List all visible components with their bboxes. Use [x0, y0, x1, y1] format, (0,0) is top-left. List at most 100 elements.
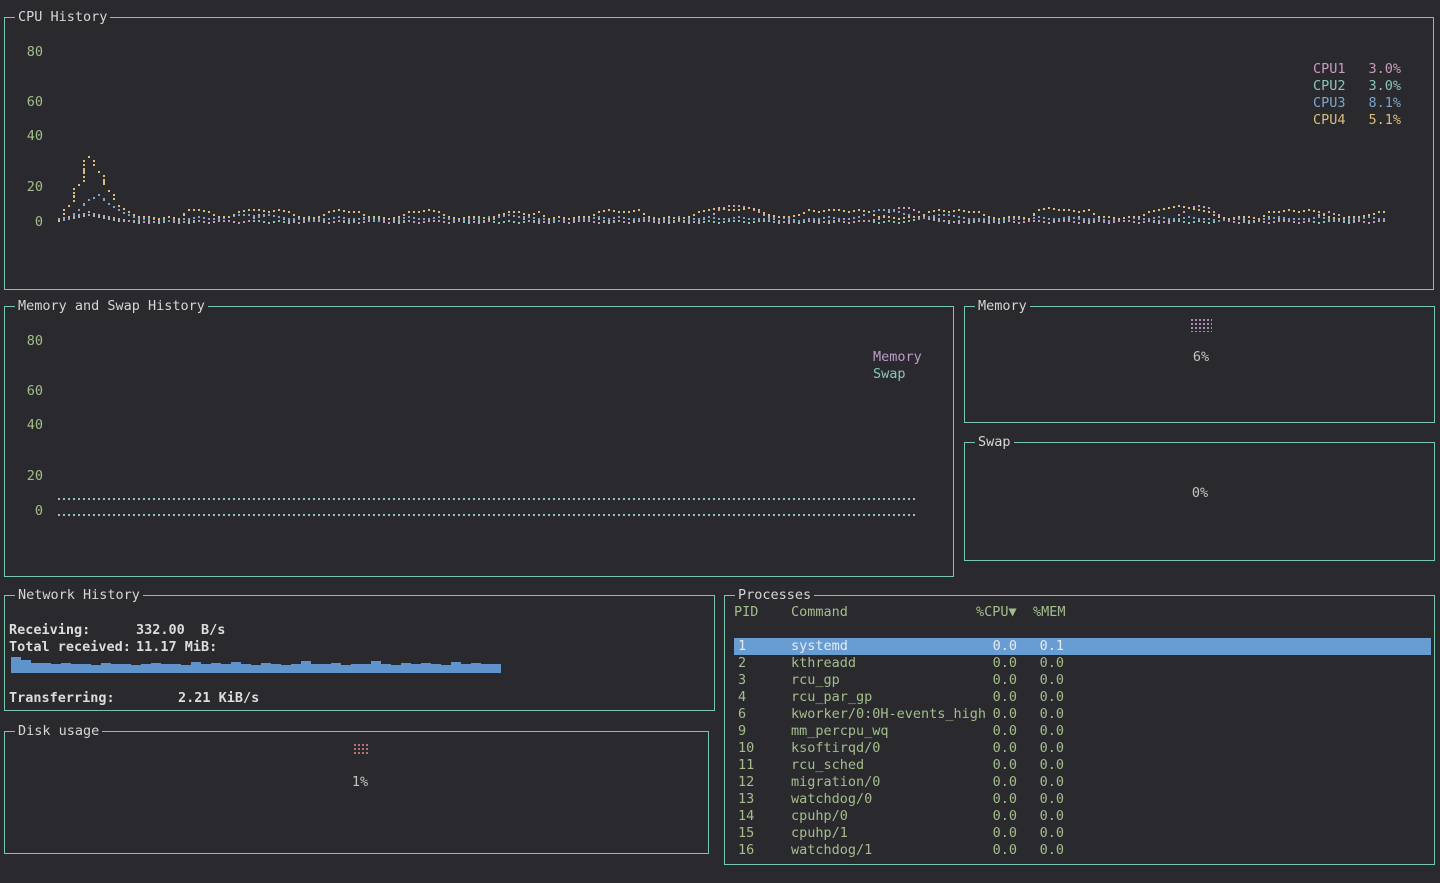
network-chart-bar	[131, 665, 141, 673]
swap-legend-label: Swap	[873, 366, 906, 383]
network-chart-bar	[141, 664, 151, 673]
cpu-legend-label: CPU3	[1313, 95, 1346, 112]
process-row[interactable]: 11rcu_sched0.00.0	[734, 757, 1431, 774]
process-cpu: 0.0	[984, 774, 1017, 791]
transferring-value: 2.21 KiB/s	[178, 690, 259, 707]
process-row[interactable]: 15cpuhp/10.00.0	[734, 825, 1431, 842]
network-chart-bar	[491, 664, 501, 673]
memory-gauge-dots	[1190, 318, 1212, 332]
process-pid: 6	[738, 706, 746, 723]
network-chart-bar	[311, 664, 321, 673]
process-row[interactable]: 14cpuhp/00.00.0	[734, 808, 1431, 825]
network-chart-bar	[171, 664, 181, 673]
process-command: ksoftirqd/0	[791, 740, 880, 757]
transferring-label: Transferring:	[9, 690, 115, 707]
process-pid: 9	[738, 723, 746, 740]
process-cpu: 0.0	[984, 757, 1017, 774]
disk-gauge-value: 1%	[340, 774, 380, 791]
network-receiving-chart	[11, 655, 503, 673]
process-cpu: 0.0	[984, 740, 1017, 757]
column-header-pid[interactable]: PID	[734, 604, 758, 621]
network-chart-bar	[281, 665, 291, 673]
network-chart-bar	[341, 665, 351, 673]
y-tick-label: 60	[21, 383, 43, 400]
swap-history-line	[58, 514, 918, 516]
y-tick-label: 0	[21, 503, 43, 520]
column-header-mem[interactable]: %MEM	[1033, 604, 1066, 621]
cpu-legend-item: CPU3 8.1%	[1313, 95, 1401, 112]
process-mem: 0.0	[1031, 655, 1064, 672]
process-row[interactable]: 2kthreadd0.00.0	[734, 655, 1431, 672]
process-mem: 0.0	[1031, 672, 1064, 689]
network-chart-bar	[251, 665, 261, 673]
column-header-cpu[interactable]: %CPU▼	[976, 604, 1017, 621]
process-pid: 4	[738, 689, 746, 706]
cpu-legend-value: 3.0%	[1368, 61, 1401, 78]
swap-gauge-panel: Swap 0%	[964, 442, 1435, 561]
memory-gauge-panel: Memory 6%	[964, 306, 1435, 423]
memory-history-line	[58, 498, 918, 500]
process-mem: 0.0	[1031, 825, 1064, 842]
cpu-legend-value: 5.1%	[1368, 112, 1401, 129]
process-mem: 0.0	[1031, 808, 1064, 825]
network-chart-bar	[461, 664, 471, 673]
process-command: systemd	[791, 638, 848, 655]
network-chart-bar	[151, 663, 161, 673]
network-chart-bar	[271, 664, 281, 673]
process-row[interactable]: 3rcu_gp0.00.0	[734, 672, 1431, 689]
network-chart-bar	[411, 664, 421, 673]
swap-gauge-value: 0%	[1180, 485, 1220, 502]
network-chart-bar	[41, 663, 51, 673]
process-command: kthreadd	[791, 655, 856, 672]
process-cpu: 0.0	[984, 672, 1017, 689]
process-pid: 16	[738, 842, 754, 859]
process-row[interactable]: 12migration/00.00.0	[734, 774, 1431, 791]
process-cpu: 0.0	[984, 842, 1017, 859]
y-tick-label: 80	[21, 333, 43, 350]
network-chart-bar	[401, 663, 411, 673]
network-chart-bar	[481, 664, 491, 673]
network-chart-bar	[111, 664, 121, 673]
process-mem: 0.0	[1031, 791, 1064, 808]
cpu-legend-value: 8.1%	[1368, 95, 1401, 112]
process-cpu: 0.0	[984, 689, 1017, 706]
network-chart-bar	[91, 665, 101, 673]
process-row[interactable]: 1systemd0.00.1	[734, 638, 1431, 655]
network-chart-bar	[451, 662, 461, 673]
swap-gauge-title: Swap	[975, 434, 1014, 450]
network-chart-bar	[191, 662, 201, 673]
y-tick-label: 40	[21, 417, 43, 434]
processes-title: Processes	[735, 587, 814, 603]
network-chart-bar	[361, 664, 371, 673]
process-cpu: 0.0	[984, 791, 1017, 808]
process-cpu: 0.0	[984, 706, 1017, 723]
process-pid: 14	[738, 808, 754, 825]
process-row[interactable]: 13watchdog/00.00.0	[734, 791, 1431, 808]
network-chart-bar	[421, 663, 431, 673]
cpu-legend-item: CPU13.0%	[1313, 61, 1401, 78]
disk-gauge-dots	[353, 743, 368, 754]
process-command: cpuhp/0	[791, 808, 848, 825]
memory-gauge-value: 6%	[1181, 349, 1221, 366]
network-chart-bar	[31, 663, 41, 673]
process-command: kworker/0:0H-events_high	[791, 706, 986, 723]
process-row[interactable]: 10ksoftirqd/00.00.0	[734, 740, 1431, 757]
process-mem: 0.0	[1031, 706, 1064, 723]
column-header-command[interactable]: Command	[791, 604, 848, 621]
network-chart-bar	[331, 663, 341, 673]
process-row[interactable]: 9mm_percpu_wq0.00.0	[734, 723, 1431, 740]
process-command: watchdog/0	[791, 791, 872, 808]
network-chart-bar	[21, 660, 31, 673]
memory-gauge-title: Memory	[975, 298, 1030, 314]
process-row[interactable]: 16watchdog/10.00.0	[734, 842, 1431, 859]
memory-swap-history-panel: Memory and Swap History 806040200 Memory…	[4, 306, 954, 577]
process-row[interactable]: 4rcu_par_gp0.00.0	[734, 689, 1431, 706]
process-pid: 1	[738, 638, 746, 655]
receiving-label: Receiving:	[9, 622, 90, 639]
process-mem: 0.0	[1031, 757, 1064, 774]
network-chart-bar	[101, 663, 111, 673]
process-row[interactable]: 6kworker/0:0H-events_high0.00.0	[734, 706, 1431, 723]
process-pid: 10	[738, 740, 754, 757]
process-command: migration/0	[791, 774, 880, 791]
receiving-value: 332.00 B/s	[136, 622, 225, 639]
